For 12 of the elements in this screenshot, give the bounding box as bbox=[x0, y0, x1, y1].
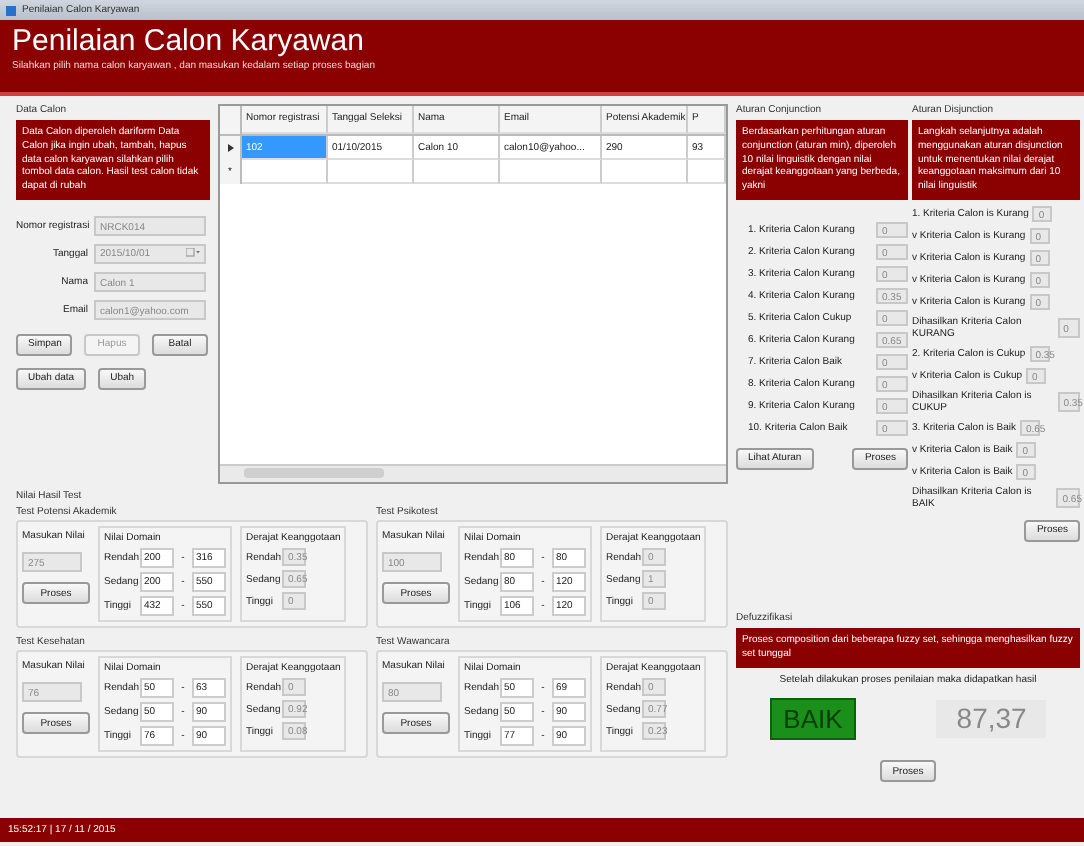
empty-cell[interactable] bbox=[500, 160, 602, 184]
current-row-icon bbox=[227, 144, 233, 152]
empty-cell[interactable] bbox=[688, 160, 726, 184]
empty-cell[interactable] bbox=[602, 160, 688, 184]
app-icon bbox=[6, 5, 16, 15]
header-title: Penilaian Calon Karyawan bbox=[12, 24, 366, 60]
empty-cell[interactable] bbox=[328, 160, 414, 184]
result-category-label: BAIK bbox=[769, 697, 857, 741]
result-score-field: 87,37 bbox=[936, 699, 1047, 738]
calendar-dropdown-icon bbox=[186, 248, 200, 259]
empty-cell[interactable] bbox=[414, 160, 500, 184]
horizontal-scrollbar[interactable] bbox=[220, 464, 726, 482]
